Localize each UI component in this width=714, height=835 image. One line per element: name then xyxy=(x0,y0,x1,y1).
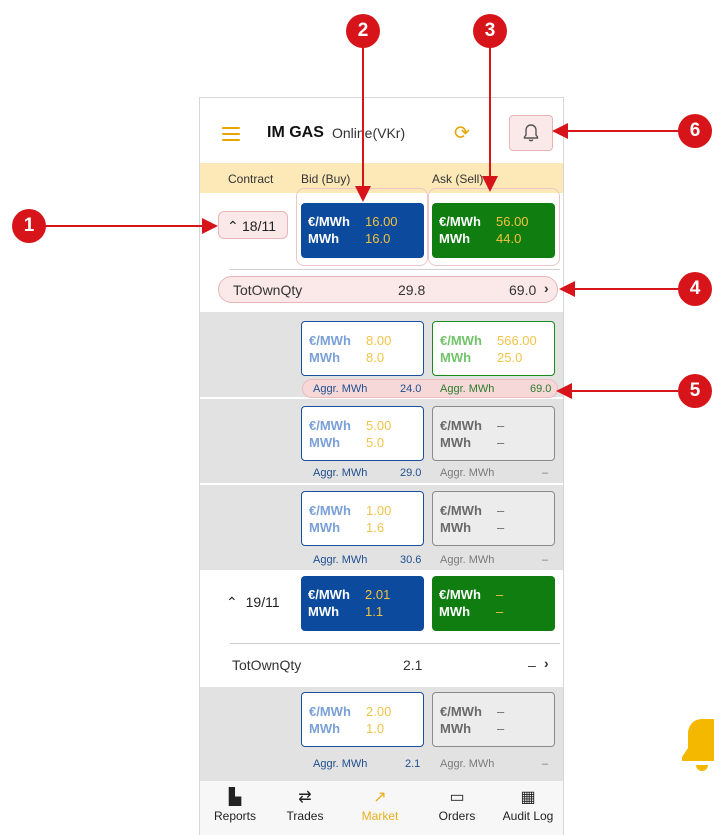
callout-3: 3 xyxy=(473,14,507,48)
callout-2: 2 xyxy=(346,14,380,48)
callout-5: 5 xyxy=(678,374,712,408)
callout-4: 4 xyxy=(678,272,712,306)
annotation-arrows xyxy=(44,40,678,399)
callout-6: 6 xyxy=(678,114,712,148)
floating-bell-icon[interactable] xyxy=(682,715,714,771)
callout-1: 1 xyxy=(12,209,46,243)
